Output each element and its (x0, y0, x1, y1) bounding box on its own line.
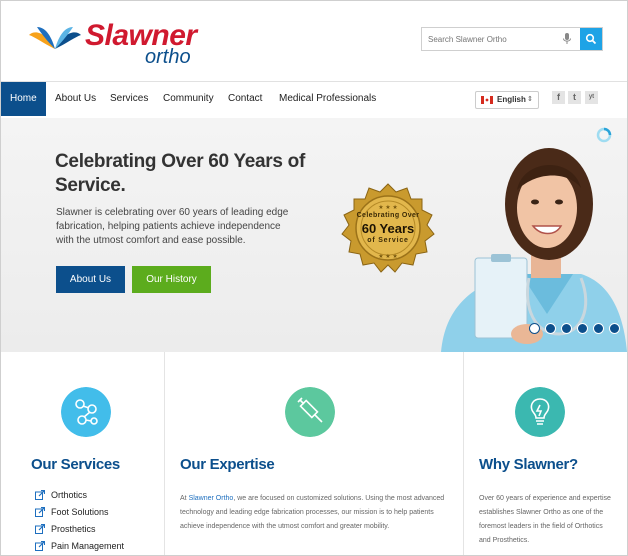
slawner-ortho-link[interactable]: Slawner Ortho (189, 495, 234, 502)
youtube-icon[interactable]: yt (585, 91, 598, 104)
seal-line-2: 60 Years (361, 221, 415, 236)
service-label: Pain Management (51, 541, 125, 551)
services-list: Orthotics Foot Solutions Prosthetics Pai… (35, 489, 125, 555)
language-select[interactable]: English ⇕ (475, 91, 539, 109)
seal-line-1: Celebrating Over (356, 212, 420, 219)
external-link-icon (35, 524, 45, 534)
butterfly-logo-icon (29, 27, 81, 49)
slide-dot-2[interactable] (545, 323, 556, 334)
slide-dot-1[interactable] (529, 323, 540, 334)
chevron-updown-icon: ⇕ (527, 96, 533, 103)
anniversary-seal: ★ ★ ★ ★ ★ ★ Celebrating Over 60 Years of… (334, 182, 442, 280)
site-header: Slawner ortho (1, 1, 627, 81)
services-title: Our Services (31, 456, 120, 473)
nav-home[interactable]: Home (1, 82, 46, 116)
external-link-icon (35, 507, 45, 517)
molecule-icon (61, 387, 111, 437)
column-divider (164, 352, 165, 555)
lightbulb-icon (515, 387, 565, 437)
loading-spinner-icon (596, 127, 612, 143)
slide-dot-6[interactable] (609, 323, 620, 334)
slide-dot-3[interactable] (561, 323, 572, 334)
our-history-button[interactable]: Our History (132, 266, 211, 293)
search-button[interactable] (580, 28, 602, 50)
microphone-icon[interactable] (562, 32, 572, 46)
service-link-foot-solutions[interactable]: Foot Solutions (35, 506, 124, 523)
canada-flag-icon (481, 96, 493, 104)
expertise-text: At Slawner Ortho, we are focused on cust… (180, 492, 452, 534)
service-link-orthotics[interactable]: Orthotics (35, 489, 124, 506)
about-us-button[interactable]: About Us (56, 266, 125, 293)
svg-text:★ ★ ★: ★ ★ ★ (378, 253, 397, 260)
slide-dot-5[interactable] (593, 323, 604, 334)
external-link-icon (35, 490, 45, 500)
site-logo[interactable]: Slawner ortho (25, 19, 215, 71)
nurse-photo (441, 148, 627, 352)
external-link-icon (35, 541, 45, 551)
hero-text: Slawner is celebrating over 60 years of … (56, 207, 289, 246)
service-link-pain-management[interactable]: Pain Management (35, 540, 125, 555)
service-link-prosthetics[interactable]: Prosthetics (35, 523, 124, 540)
nav-about-us[interactable]: About Us (55, 82, 96, 116)
expertise-title: Our Expertise (180, 456, 275, 473)
page-frame: Slawner ortho Home About Us Services Com… (0, 0, 628, 556)
twitter-icon[interactable]: t (568, 91, 581, 104)
search-icon (585, 33, 597, 45)
main-nav: Home About Us Services Community Contact… (1, 81, 627, 119)
svg-text:★ ★ ★: ★ ★ ★ (378, 204, 397, 211)
nav-medical-professionals[interactable]: Medical Professionals (279, 82, 376, 116)
seal-line-3: of Service (367, 237, 409, 244)
service-label: Prosthetics (51, 524, 96, 534)
facebook-icon[interactable]: f (552, 91, 565, 104)
expertise-text-prefix: At (180, 495, 189, 502)
why-text: Over 60 years of experience and expertis… (479, 495, 611, 544)
syringe-icon (285, 387, 335, 437)
search-box (421, 27, 603, 51)
slide-dot-4[interactable] (577, 323, 588, 334)
hero-slider: Celebrating Over 60 Years of Service. Sl… (1, 118, 627, 352)
nav-community[interactable]: Community (163, 82, 214, 116)
hero-title: Celebrating Over 60 Years of Service. (55, 151, 305, 196)
service-label: Orthotics (51, 490, 88, 500)
search-input[interactable] (426, 30, 558, 48)
brand-subtitle: ortho (145, 46, 191, 68)
service-label: Foot Solutions (51, 507, 109, 517)
why-title: Why Slawner? (479, 456, 578, 473)
nav-contact[interactable]: Contact (228, 82, 262, 116)
language-label: English (497, 95, 526, 104)
column-divider (463, 352, 464, 555)
nav-services[interactable]: Services (110, 82, 148, 116)
